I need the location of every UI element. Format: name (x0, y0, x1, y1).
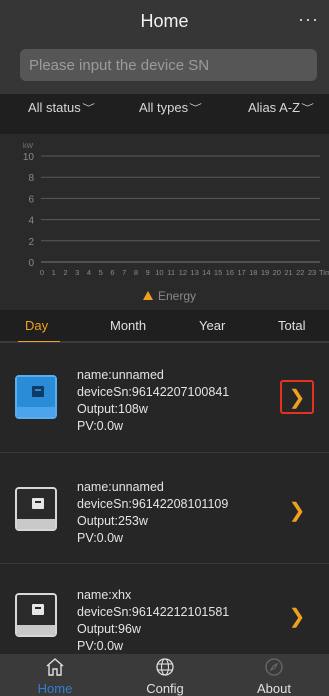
device-pv: PV:0.0w (77, 639, 124, 653)
device-row[interactable]: name:unnamed deviceSn:96142207100841 Out… (0, 342, 329, 468)
globe-icon (156, 658, 174, 676)
x-tick-label: 1 (52, 268, 56, 277)
device-sn-search-input[interactable] (20, 49, 317, 81)
device-name: name:xhx (77, 588, 132, 602)
device-output: Output:96w (77, 622, 141, 636)
device-output: Output:108w (77, 402, 148, 416)
x-tick-label: 8 (134, 268, 138, 277)
search-bar (0, 42, 329, 94)
tab-home-label: Home (37, 681, 73, 696)
y-tick-label: 0 (28, 258, 34, 269)
x-tick-label: 15 (214, 268, 222, 277)
inverter-icon (15, 375, 57, 419)
device-info: name:unnamed deviceSn:96142207100841 Out… (77, 367, 229, 435)
chevron-down-icon: ﹀ (81, 103, 95, 113)
device-sn: deviceSn:96142212101581 (77, 605, 230, 619)
y-tick-label: 2 (28, 237, 34, 248)
top-bar: Home ··· (0, 0, 329, 42)
legend-marker (143, 291, 153, 300)
sort-label: Alias A-Z (248, 100, 301, 115)
tab-about[interactable]: About (219, 654, 329, 696)
chevron-right-icon[interactable]: ❯ (280, 380, 314, 414)
page-title: Home (140, 10, 189, 31)
x-tick-label: 12 (179, 268, 187, 277)
legend-label: Energy (158, 289, 196, 303)
device-name: name:unnamed (77, 480, 164, 494)
x-tick-label: 17 (237, 268, 245, 277)
tab-year[interactable]: Year (199, 318, 225, 333)
x-tick-label: 11 (167, 268, 175, 277)
status-filter-dropdown[interactable]: All status ﹀ (28, 100, 95, 115)
x-tick-label: 13 (190, 268, 198, 277)
x-tick-label: 4 (87, 268, 91, 277)
device-name: name:unnamed (77, 368, 164, 382)
tab-month[interactable]: Month (110, 318, 146, 333)
device-info: name:unnamed deviceSn:96142208101109 Out… (77, 479, 228, 547)
tab-home[interactable]: Home (0, 654, 110, 696)
more-dots-icon[interactable]: ··· (298, 10, 319, 28)
x-tick-label: 3 (75, 268, 79, 277)
period-tabs: Day Month Year Total (0, 310, 329, 342)
y-unit-label: kW (23, 143, 34, 150)
x-axis-label: Tim (319, 268, 329, 277)
energy-chart-svg: kW02468100 1 2 3 4 5 6 7 8 9 10 11 12 13 14 15 16 17 18 19 2… (23, 143, 329, 303)
x-tick-label: 20 (273, 268, 281, 277)
tab-day[interactable]: Day (25, 318, 48, 333)
filter-bar: All status ﹀ All types ﹀ Alias A-Z ﹀ (0, 94, 329, 134)
device-output: Output:253w (77, 514, 148, 528)
x-tick-label: 7 (122, 268, 126, 277)
chevron-down-icon: ﹀ (189, 103, 202, 113)
device-row[interactable]: name:unnamed deviceSn:96142208101109 Out… (0, 452, 329, 578)
x-tick-label: 14 (202, 268, 210, 277)
energy-chart: kW 0 2 4 6 8 10 0 1 2 3 4 5 6 7 8 9 10 11 12 13 14 15 16 17 18 19 2… (0, 134, 329, 310)
chevron-right-icon[interactable]: ❯ (280, 493, 314, 527)
device-list: name:unnamed deviceSn:96142207100841 Out… (0, 342, 329, 654)
compass-icon (265, 658, 283, 676)
x-tick-label: 21 (284, 268, 292, 277)
device-sn: deviceSn:96142207100841 (77, 385, 230, 399)
device-info: name:xhx deviceSn:96142212101581 Output:… (77, 587, 229, 654)
x-tick-label: 0 (40, 268, 44, 277)
type-filter-label: All types (139, 100, 189, 115)
tab-total[interactable]: Total (278, 318, 305, 333)
device-sn: deviceSn:96142208101109 (77, 497, 229, 511)
x-tick-label: 6 (110, 268, 114, 277)
inverter-icon (15, 487, 57, 531)
bottom-tab-bar: Home Config About (0, 654, 329, 696)
device-pv: PV:0.0w (77, 419, 124, 433)
x-tick-label: 22 (296, 268, 304, 277)
x-tick-label: 18 (249, 268, 257, 277)
type-filter-dropdown[interactable]: All types ﹀ (139, 100, 202, 115)
device-pv: PV:0.0w (77, 531, 124, 545)
x-tick-label: 19 (261, 268, 269, 277)
x-tick-label: 23 (308, 268, 316, 277)
x-tick-label: 2 (63, 268, 67, 277)
y-tick-label: 8 (28, 173, 34, 184)
x-tick-label: 9 (146, 268, 150, 277)
tab-config[interactable]: Config (110, 654, 220, 696)
y-tick-label: 4 (28, 216, 34, 227)
x-tick-label: 16 (226, 268, 234, 277)
status-filter-label: All status (28, 100, 81, 115)
inverter-icon (15, 593, 57, 637)
y-tick-label: 10 (23, 152, 35, 163)
chevron-down-icon: ﹀ (301, 103, 314, 113)
x-tick-label: 10 (155, 268, 163, 277)
home-icon (46, 658, 64, 676)
sort-dropdown[interactable]: Alias A-Z ﹀ (248, 100, 314, 115)
y-tick-label: 6 (28, 194, 34, 205)
device-row[interactable]: name:xhx deviceSn:96142212101581 Output:… (0, 563, 329, 654)
x-tick-label: 5 (99, 268, 103, 277)
tab-config-label: Config (146, 681, 184, 696)
chevron-right-icon[interactable]: ❯ (280, 599, 314, 633)
tab-about-label: About (257, 681, 291, 696)
